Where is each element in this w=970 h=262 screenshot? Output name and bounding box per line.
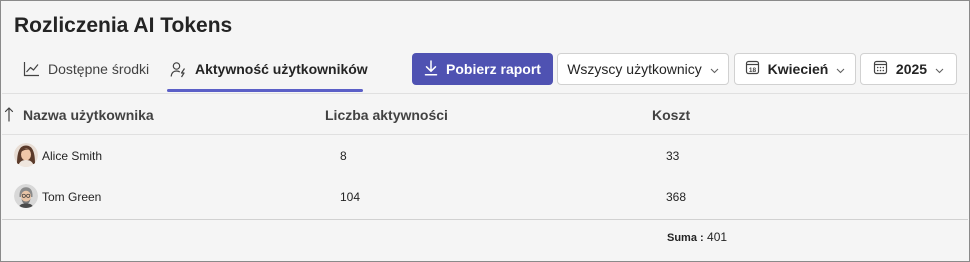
month-filter-dropdown[interactable]: 18 Kwiecień [734,53,856,85]
line-chart-icon [23,61,40,77]
users-filter-dropdown[interactable]: Wszyscy użytkownicy [557,53,729,85]
download-icon [424,59,438,79]
tab-label: Dostępne środki [48,61,150,77]
calendar-icon [873,60,888,78]
chevron-down-icon [836,61,845,77]
app-window: Rozliczenia AI Tokens Dostępne środki Ak… [0,0,970,262]
user-name: Tom Green [42,190,102,204]
tab-user-activity[interactable]: Aktywność użytkowników [170,57,368,81]
users-filter-label: Wszyscy użytkownicy [567,61,702,77]
download-report-button[interactable]: Pobierz raport [412,53,553,85]
total-label: Suma : [667,232,704,244]
column-header-cost[interactable]: Koszt [652,107,690,123]
cost-total: Suma : 401 [667,230,727,244]
month-filter-label: Kwiecień [767,61,829,77]
sort-ascending-icon[interactable] [4,106,14,127]
tab-available-funds[interactable]: Dostępne środki [23,57,149,81]
table-header: Nazwa użytkownika Liczba aktywności Kosz… [2,93,968,135]
total-divider [2,219,968,220]
page-title: Rozliczenia AI Tokens [14,14,233,37]
download-report-label: Pobierz raport [446,61,541,77]
tab-label: Aktywność użytkowników [195,61,368,77]
table-row[interactable]: Tom Green 104 368 [2,177,968,217]
user-name: Alice Smith [42,149,103,163]
avatar [14,143,38,167]
chevron-down-icon [710,61,719,77]
activity-count: 8 [340,149,347,163]
year-filter-label: 2025 [895,61,928,77]
avatar [14,184,38,208]
activity-count: 104 [340,190,361,204]
svg-text:18: 18 [749,67,757,74]
calendar-day-icon: 18 [745,60,760,78]
year-filter-dropdown[interactable]: 2025 [860,53,957,85]
cost-value: 33 [666,149,680,163]
column-header-username[interactable]: Nazwa użytkownika [23,107,154,123]
column-header-activity-count[interactable]: Liczba aktywności [325,107,448,123]
cost-value: 368 [666,190,687,204]
user-activity-table: Nazwa użytkownika Liczba aktywności Kosz… [2,93,968,261]
active-tab-indicator [167,89,363,92]
table-row[interactable]: Alice Smith 8 33 [2,136,968,176]
chevron-down-icon [935,61,944,77]
total-value: 401 [707,230,728,244]
user-activity-icon [170,61,187,78]
